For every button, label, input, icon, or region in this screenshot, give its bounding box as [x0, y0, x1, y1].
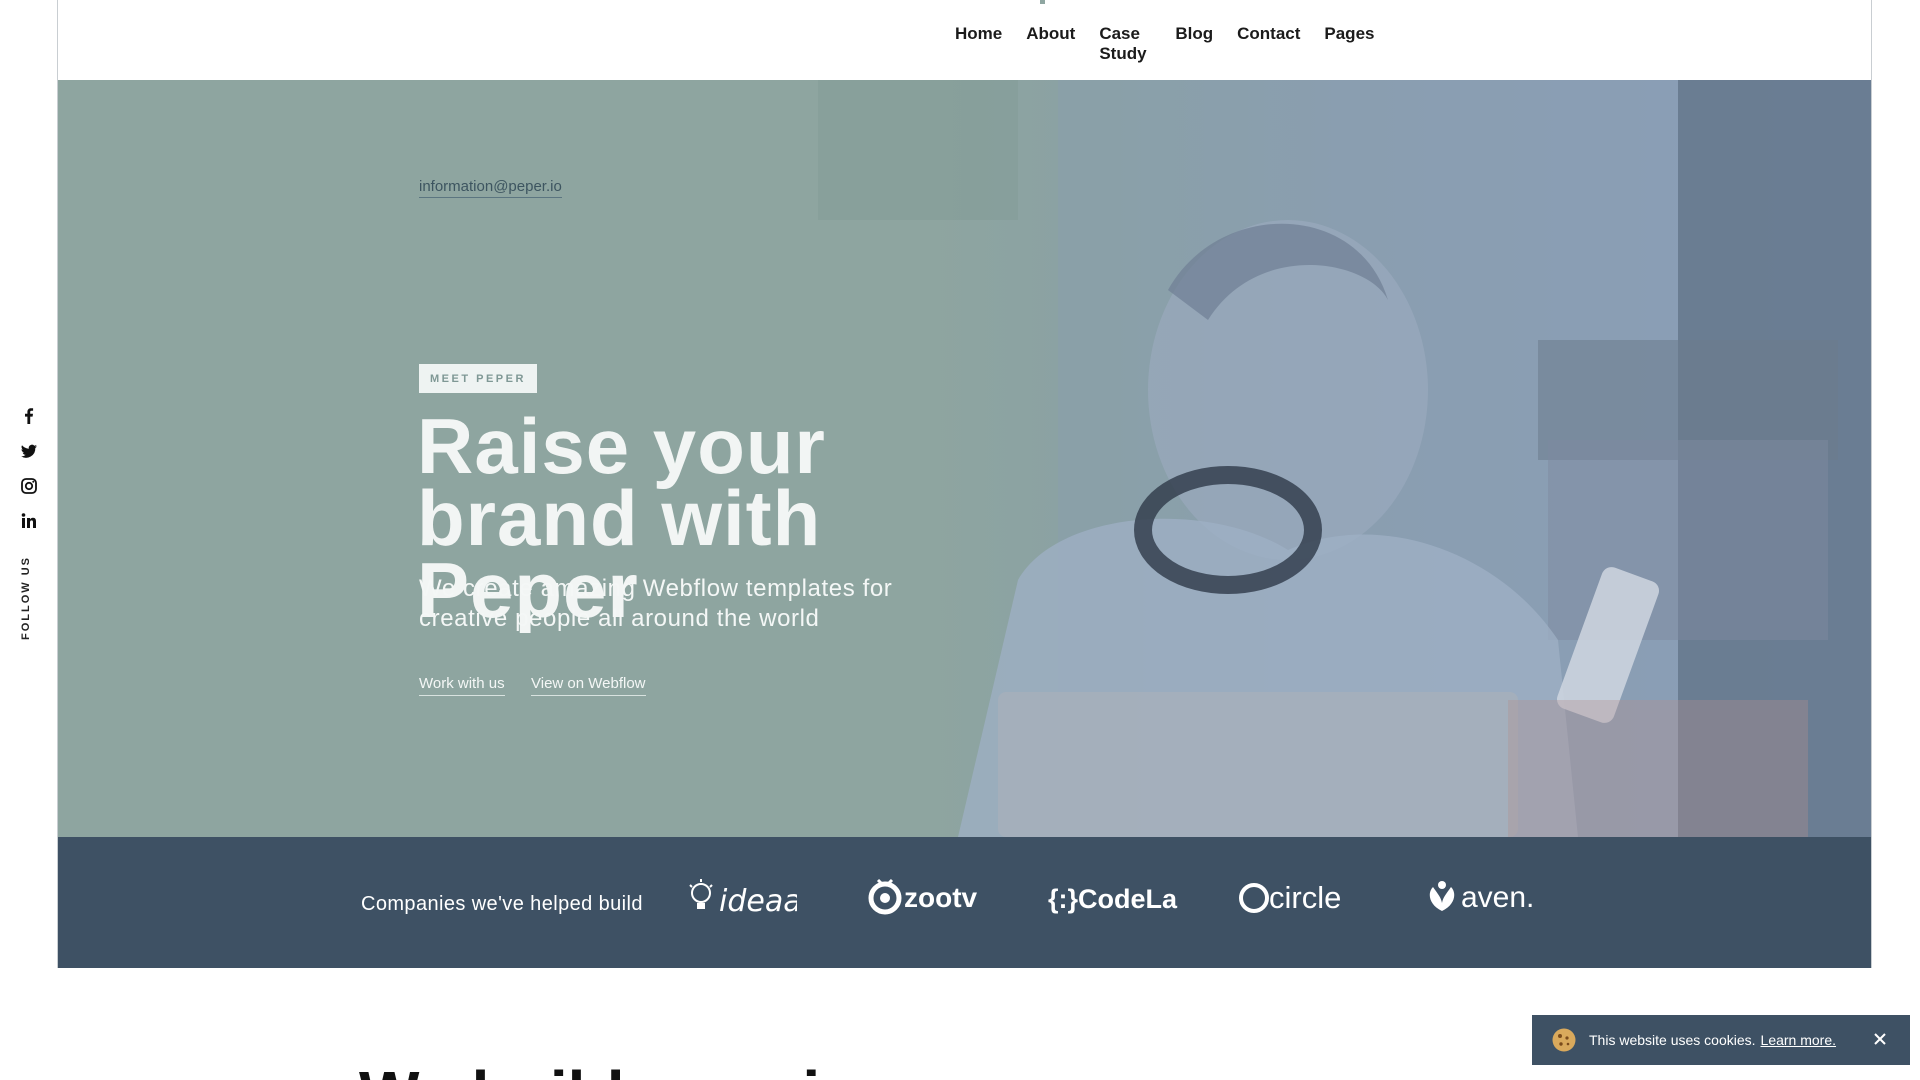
clients-heading: Companies we've helped build — [361, 893, 643, 915]
nav-item-pages[interactable]: Pages — [1324, 24, 1374, 44]
svg-text:{:}CodeLab: {:}CodeLab — [1048, 884, 1178, 914]
cookie-message: This website uses cookies. — [1589, 1032, 1756, 1048]
social-links-bar — [18, 405, 40, 545]
hero-tag-badge: MEET PEPER — [419, 364, 537, 393]
view-on-webflow-link[interactable]: View on Webflow — [531, 675, 646, 696]
clients-strip: Companies we've helped build ideaa zootv… — [58, 837, 1871, 968]
cookie-icon — [1552, 1028, 1576, 1052]
svg-text:zootv: zootv — [904, 882, 978, 913]
nav-item-blog[interactable]: Blog — [1175, 24, 1213, 44]
facebook-icon[interactable] — [18, 405, 40, 427]
hero-section: information@peper.io MEET PEPER Raise yo… — [58, 80, 1871, 837]
section-title-partial: We build amazing — [359, 1058, 898, 1080]
svg-text:ideaa: ideaa — [719, 884, 797, 919]
linkedin-icon[interactable] — [18, 510, 40, 532]
hero-subheading: We create amazing Webflow templates for … — [419, 575, 893, 632]
nav-item-contact[interactable]: Contact — [1237, 24, 1300, 44]
nav-item-home[interactable]: Home — [955, 24, 1002, 44]
twitter-icon[interactable] — [18, 440, 40, 462]
cookie-learn-more-link[interactable]: Learn more. — [1761, 1032, 1836, 1048]
instagram-icon[interactable] — [18, 475, 40, 497]
work-with-us-link[interactable]: Work with us — [419, 675, 505, 696]
close-icon[interactable] — [1870, 1029, 1890, 1049]
main-nav: Home About Case Study Blog Contact Pages — [955, 24, 1398, 64]
client-logo-codelab: {:}CodeLab — [1048, 884, 1178, 914]
client-logo-ideaa: ideaa — [689, 879, 797, 919]
client-logo-circle: circle — [1239, 880, 1341, 915]
cookie-banner: This website uses cookies. Learn more. — [1532, 1015, 1910, 1065]
client-logo-aven: aven. — [1429, 881, 1534, 914]
svg-text:circle: circle — [1269, 880, 1341, 915]
nav-item-case-study[interactable]: Case Study — [1099, 24, 1151, 64]
frame-divider-right — [1871, 0, 1872, 968]
logo-fragment — [1040, 0, 1045, 4]
follow-us-label: FOLLOW US — [20, 556, 32, 640]
client-logo-zootv: zootv — [868, 878, 978, 915]
nav-item-about[interactable]: About — [1026, 24, 1075, 44]
contact-email-link[interactable]: information@peper.io — [419, 178, 562, 198]
svg-text:aven.: aven. — [1461, 881, 1534, 914]
